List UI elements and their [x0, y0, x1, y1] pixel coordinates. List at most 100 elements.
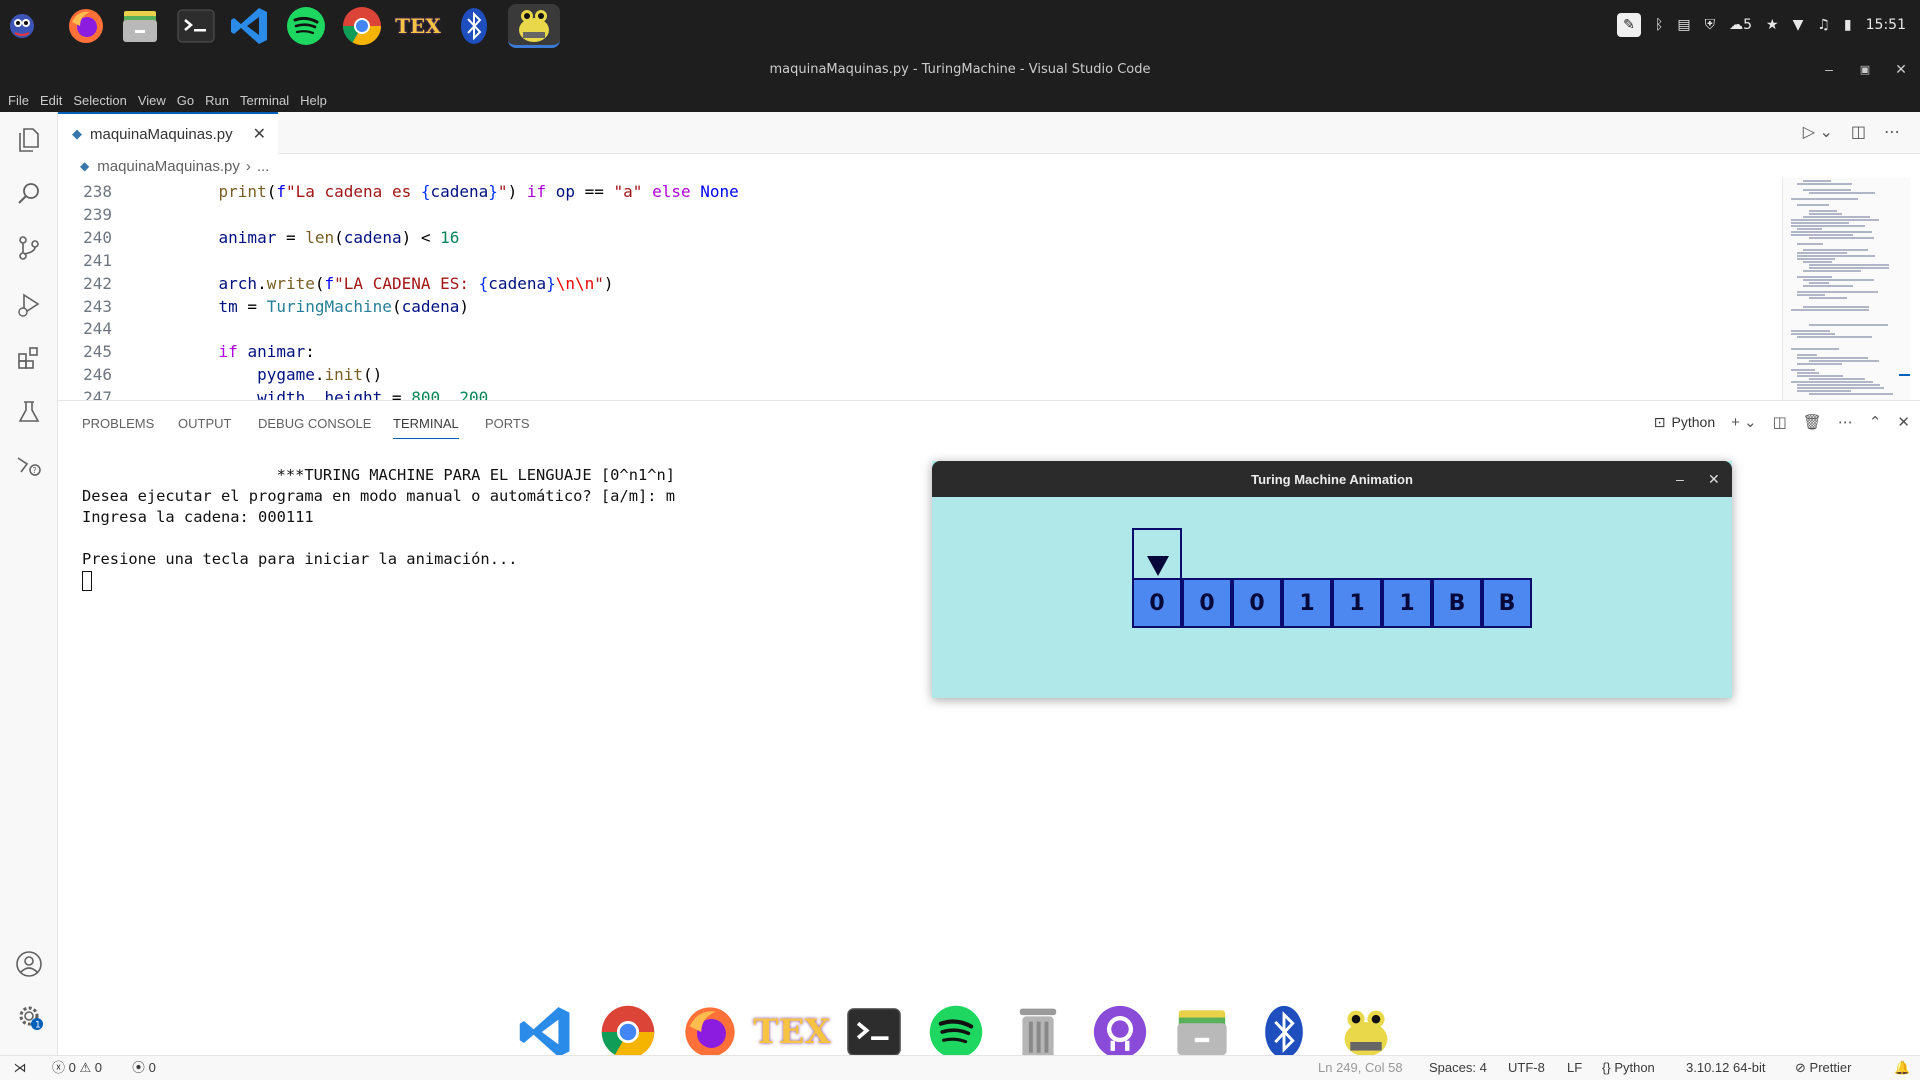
- firefox-icon[interactable]: [64, 4, 108, 48]
- remote-explorer-icon[interactable]: ?: [13, 450, 45, 482]
- files-icon[interactable]: [118, 4, 162, 48]
- run-file-icon[interactable]: ▷ ⌄: [1803, 122, 1833, 142]
- code-line[interactable]: 244: [58, 317, 180, 340]
- split-terminal-icon[interactable]: ◫: [1773, 413, 1787, 431]
- close-panel-icon[interactable]: ✕: [1897, 413, 1910, 431]
- code-line[interactable]: 240 animar = len(cadena) < 16: [58, 226, 459, 249]
- terminal-output[interactable]: ***TURING MACHINE PARA EL LENGUAJE [0^n1…: [82, 465, 675, 591]
- code-line[interactable]: 243 tm = TuringMachine(cadena): [58, 295, 469, 318]
- cursor-position[interactable]: Ln 249, Col 58: [1318, 1056, 1403, 1080]
- editor-tab-active[interactable]: ◆ maquinaMaquinas.py ✕: [58, 112, 278, 154]
- menu-run[interactable]: Run: [201, 93, 233, 108]
- maximize-panel-icon[interactable]: ⌃: [1869, 413, 1882, 431]
- menu-view[interactable]: View: [134, 93, 170, 108]
- account-icon[interactable]: [13, 948, 45, 980]
- problems-indicator[interactable]: ⓧ 0 ⚠ 0: [52, 1056, 102, 1080]
- search-icon[interactable]: [13, 178, 45, 210]
- menu-help[interactable]: Help: [296, 93, 331, 108]
- pygame-snake-icon[interactable]: [1336, 1002, 1396, 1062]
- code-line[interactable]: 245 if animar:: [58, 340, 315, 363]
- spotify-icon[interactable]: [926, 1002, 986, 1062]
- notifications-bell-icon[interactable]: 🔔: [1894, 1056, 1910, 1080]
- split-editor-icon[interactable]: ◫: [1851, 122, 1866, 142]
- run-debug-icon[interactable]: [13, 288, 45, 320]
- chrome-icon[interactable]: [598, 1002, 658, 1062]
- menu-go[interactable]: Go: [173, 93, 198, 108]
- eol[interactable]: LF: [1567, 1056, 1582, 1080]
- close-icon[interactable]: ✕: [1884, 50, 1918, 88]
- encoding[interactable]: UTF-8: [1508, 1056, 1545, 1080]
- firefox-icon[interactable]: [680, 1002, 740, 1062]
- trash-icon[interactable]: [1008, 1002, 1068, 1062]
- menu-selection[interactable]: Selection: [69, 93, 130, 108]
- prettier-status[interactable]: ⊘ Prettier: [1795, 1056, 1851, 1080]
- menu-file[interactable]: File: [4, 93, 33, 108]
- terminal-profile[interactable]: ⊡ Python: [1654, 414, 1715, 431]
- pygame-snake-icon[interactable]: [508, 4, 560, 48]
- minimize-icon[interactable]: –: [1812, 50, 1846, 88]
- indentation[interactable]: Spaces: 4: [1429, 1056, 1487, 1080]
- bluetooth-icon[interactable]: [452, 4, 496, 48]
- remote-indicator-icon[interactable]: ⋊: [0, 1056, 40, 1080]
- testing-icon[interactable]: [13, 396, 45, 428]
- code-editor[interactable]: 238 print(f"La cadena es {cadena}") if o…: [58, 178, 1780, 400]
- maximize-icon[interactable]: ▣: [1848, 50, 1882, 88]
- more-actions-icon[interactable]: ⋯: [1884, 122, 1900, 142]
- music-icon[interactable]: ♫: [1817, 17, 1830, 33]
- clipboard-icon[interactable]: ▤: [1677, 17, 1690, 33]
- code-line[interactable]: 247 width, height = 800, 200: [58, 386, 488, 400]
- bluetooth-icon[interactable]: [1254, 1002, 1314, 1062]
- tab-close-icon[interactable]: ✕: [253, 124, 266, 144]
- terminal-icon[interactable]: [174, 4, 218, 48]
- clock[interactable]: 15:51: [1866, 17, 1906, 33]
- files-icon[interactable]: [1172, 1002, 1232, 1062]
- more-actions-icon[interactable]: ⋯: [1838, 413, 1853, 431]
- tab-output[interactable]: OUTPUT: [178, 401, 231, 447]
- breadcrumb-symbol[interactable]: ...: [257, 158, 270, 175]
- language-mode[interactable]: {} Python: [1602, 1056, 1655, 1080]
- code-line[interactable]: 238 print(f"La cadena es {cadena}") if o…: [58, 180, 739, 203]
- star-icon[interactable]: ★: [1766, 17, 1779, 33]
- terminal-icon[interactable]: [844, 1002, 904, 1062]
- minimize-icon[interactable]: –: [1676, 461, 1684, 497]
- code-line[interactable]: 242 arch.write(f"LA CADENA ES: {cadena}\…: [58, 272, 613, 295]
- battery-icon[interactable]: ▮: [1844, 17, 1852, 33]
- tab-ports[interactable]: PORTS: [485, 401, 530, 447]
- close-icon[interactable]: ✕: [1708, 461, 1720, 497]
- menu-terminal[interactable]: Terminal: [236, 93, 293, 108]
- python-interpreter[interactable]: 3.10.12 64-bit: [1686, 1056, 1766, 1080]
- menu-edit[interactable]: Edit: [36, 93, 66, 108]
- tab-debug-console[interactable]: DEBUG CONSOLE: [258, 401, 371, 447]
- code-line[interactable]: 241: [58, 249, 180, 272]
- breadcrumb-file[interactable]: maquinaMaquinas.py: [97, 158, 240, 175]
- pen-icon[interactable]: ✎: [1616, 13, 1641, 37]
- vscode-icon[interactable]: [516, 1002, 576, 1062]
- explorer-icon[interactable]: [13, 124, 45, 156]
- tab-problems[interactable]: PROBLEMS: [82, 401, 154, 447]
- tab-terminal[interactable]: TERMINAL: [393, 401, 459, 447]
- turing-animation-window[interactable]: Turing Machine Animation – ✕ 000111BB: [932, 461, 1732, 698]
- menu-mascot-icon[interactable]: [0, 4, 44, 48]
- code-line[interactable]: 239: [58, 203, 180, 226]
- bluetooth-tray-icon[interactable]: ᛒ: [1655, 17, 1663, 33]
- spotify-icon[interactable]: [284, 4, 328, 48]
- code-line[interactable]: 246 pygame.init(): [58, 363, 382, 386]
- github-icon[interactable]: [1090, 1002, 1150, 1062]
- tex-icon[interactable]: TEX: [753, 1002, 831, 1062]
- turing-window-titlebar[interactable]: Turing Machine Animation: [932, 461, 1732, 497]
- code-text: if animar:: [218, 342, 315, 362]
- ports-indicator[interactable]: ⦿ 0: [132, 1056, 156, 1080]
- minimap[interactable]: [1782, 178, 1910, 400]
- minimap-line: [1791, 369, 1815, 371]
- tex-icon[interactable]: TEX: [395, 4, 441, 48]
- trash-icon[interactable]: 🗑: [1803, 413, 1822, 431]
- chrome-icon[interactable]: [340, 4, 384, 48]
- source-control-icon[interactable]: [13, 232, 45, 264]
- wifi-icon[interactable]: ▼: [1793, 17, 1804, 33]
- settings-gear-icon[interactable]: 1: [13, 1000, 45, 1032]
- extensions-icon[interactable]: [13, 342, 45, 374]
- weather-tray-icon[interactable]: ☁5: [1729, 17, 1752, 33]
- new-terminal-icon[interactable]: + ⌄: [1731, 413, 1757, 431]
- vscode-icon[interactable]: [228, 4, 272, 48]
- shield-icon[interactable]: ⛨: [1705, 17, 1716, 33]
